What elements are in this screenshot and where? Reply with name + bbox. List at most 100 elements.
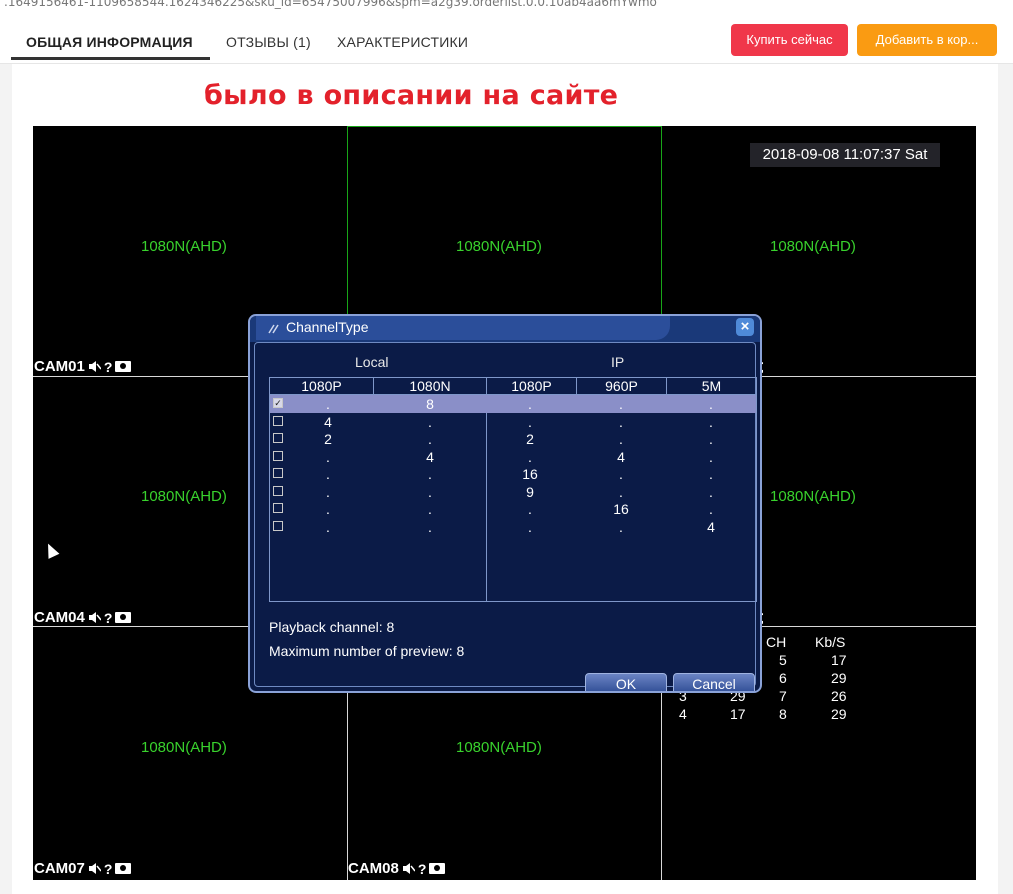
snapshot-camera-icon xyxy=(429,863,446,874)
snapshot-camera-icon xyxy=(115,863,132,874)
grid-line xyxy=(347,126,662,127)
speaker-mute-icon xyxy=(402,863,415,874)
table-row[interactable]: .... 4 xyxy=(270,518,756,536)
channel-resolution: 1080N(AHD) xyxy=(770,238,856,255)
stats-cell: 6 xyxy=(779,670,787,686)
url-text: .1649156461-1109658544.1624346225&sku_id… xyxy=(4,0,657,9)
question-icon: ? xyxy=(103,358,113,375)
channel-checkbox[interactable] xyxy=(273,520,283,531)
table-cell: . xyxy=(428,466,432,482)
column-header: 960P xyxy=(577,378,667,395)
camera-label: CAM01 ? xyxy=(34,358,132,375)
dialog-title-icon xyxy=(268,324,279,334)
stats-cell: 26 xyxy=(831,688,847,704)
max-preview-text: Maximum number of preview: 8 xyxy=(269,643,465,659)
stats-header: CH xyxy=(766,634,787,650)
dialog-body: Local IP 1080P 1080N 1080P 960P 5M ✓. 8..… xyxy=(254,342,757,691)
table-cell: . xyxy=(528,518,532,535)
stats-cell: 5 xyxy=(779,652,787,668)
table-cell: . xyxy=(528,396,532,412)
channel-resolution: 1080N(AHD) xyxy=(456,238,542,255)
stats-cell: 8 xyxy=(779,706,787,722)
table-cell: . xyxy=(428,518,432,535)
description-heading: было в описании на сайте xyxy=(204,80,619,111)
table-row[interactable]: ✓. 8... xyxy=(270,395,756,413)
table-cell: 4 xyxy=(324,413,332,430)
close-icon[interactable]: × xyxy=(736,318,754,336)
channel-type-dialog: ChannelType × Local IP 1080P 1080N 1080P… xyxy=(248,314,762,693)
camera-name: CAM08 xyxy=(348,860,399,877)
stats-cell: 4 xyxy=(679,706,687,722)
table-cell: . xyxy=(326,448,330,465)
camera-label: CAM07 ? xyxy=(34,860,132,877)
table-cell: . xyxy=(528,413,532,430)
stats-cell: 29 xyxy=(831,670,847,686)
column-header: 1080N xyxy=(374,378,487,395)
address-bar[interactable]: .1649156461-1109658544.1624346225&sku_id… xyxy=(0,0,1013,13)
tab-general-info[interactable]: ОБЩАЯ ИНФОРМАЦИЯ xyxy=(26,34,193,50)
table-cell: . xyxy=(709,466,713,482)
dialog-title: ChannelType xyxy=(286,319,369,335)
table-cell: 8 xyxy=(426,396,434,412)
table-row[interactable]: 2. 2.. xyxy=(270,430,756,448)
table-cell: . xyxy=(619,466,623,482)
question-icon: ? xyxy=(103,609,113,626)
table-cell: 9 xyxy=(526,483,534,500)
table-row[interactable]: ... 16. xyxy=(270,500,756,518)
stats-cell: 17 xyxy=(730,706,746,722)
table-row[interactable]: . 4. 4. xyxy=(270,448,756,466)
group-local-label: Local xyxy=(355,354,389,370)
channel-checkbox[interactable] xyxy=(273,485,283,496)
camera-name: CAM01 xyxy=(34,358,85,375)
table-cell: . xyxy=(326,396,330,412)
buy-now-button[interactable]: Купить сейчас xyxy=(731,24,848,56)
playback-channel-text: Playback channel: 8 xyxy=(269,619,395,635)
channel-resolution: 1080N(AHD) xyxy=(141,238,227,255)
channel-resolution: 1080N(AHD) xyxy=(141,488,227,505)
table-cell: 2 xyxy=(526,431,534,447)
add-to-cart-button[interactable]: Добавить в кор... xyxy=(857,24,997,56)
channel-checkbox[interactable] xyxy=(273,468,283,478)
stats-cell: 7 xyxy=(779,688,787,704)
table-cell: . xyxy=(709,431,713,447)
channel-checkbox[interactable] xyxy=(273,433,283,443)
table-row[interactable]: 4.... xyxy=(270,413,756,431)
channel-checkbox[interactable] xyxy=(273,503,283,513)
snapshot-camera-icon xyxy=(115,612,132,623)
channel-checkbox[interactable] xyxy=(273,450,283,461)
table-cell: . xyxy=(619,431,623,447)
table-cell: 4 xyxy=(707,518,715,535)
question-icon: ? xyxy=(417,860,427,877)
table-cell: . xyxy=(528,501,532,517)
dialog-header: ChannelType × xyxy=(250,316,760,342)
camera-name: CAM04 xyxy=(34,609,85,626)
channel-resolution: 1080N(AHD) xyxy=(456,739,542,756)
table-row[interactable]: .. 9.. xyxy=(270,483,756,501)
cancel-button[interactable]: Cancel xyxy=(673,673,755,691)
channel-resolution: 1080N(AHD) xyxy=(141,739,227,756)
table-cell: . xyxy=(709,483,713,500)
table-cell: . xyxy=(619,413,623,430)
camera-name: CAM07 xyxy=(34,860,85,877)
table-cell: 4 xyxy=(426,448,434,465)
table-row[interactable]: .. 16.. xyxy=(270,465,756,483)
dvr-datetime: 2018-09-08 11:07:37 Sat xyxy=(750,143,940,167)
tab-characteristics[interactable]: ХАРАКТЕРИСТИКИ xyxy=(337,34,468,50)
product-tabs-bar: ОБЩАЯ ИНФОРМАЦИЯ ОТЗЫВЫ (1) ХАРАКТЕРИСТИ… xyxy=(0,13,1013,64)
tab-reviews[interactable]: ОТЗЫВЫ (1) xyxy=(226,34,311,50)
table-cell: . xyxy=(326,518,330,535)
speaker-mute-icon xyxy=(88,612,101,623)
table-cell: . xyxy=(428,413,432,430)
stats-cell: 17 xyxy=(831,652,847,668)
channel-checkbox[interactable] xyxy=(273,415,283,426)
question-icon: ? xyxy=(103,860,113,877)
channel-table: 1080P 1080N 1080P 960P 5M ✓. 8... 4.... 2. 2… xyxy=(269,377,757,602)
ok-button[interactable]: OK xyxy=(585,673,667,691)
camera-label: CAM04 ? xyxy=(34,609,132,626)
channel-checkbox[interactable]: ✓ xyxy=(273,398,283,408)
table-cell: 4 xyxy=(617,448,625,465)
table-cell: . xyxy=(528,448,532,465)
stats-header: Kb/S xyxy=(815,634,846,650)
table-cell: . xyxy=(619,396,623,412)
table-cell: 16 xyxy=(522,466,538,482)
